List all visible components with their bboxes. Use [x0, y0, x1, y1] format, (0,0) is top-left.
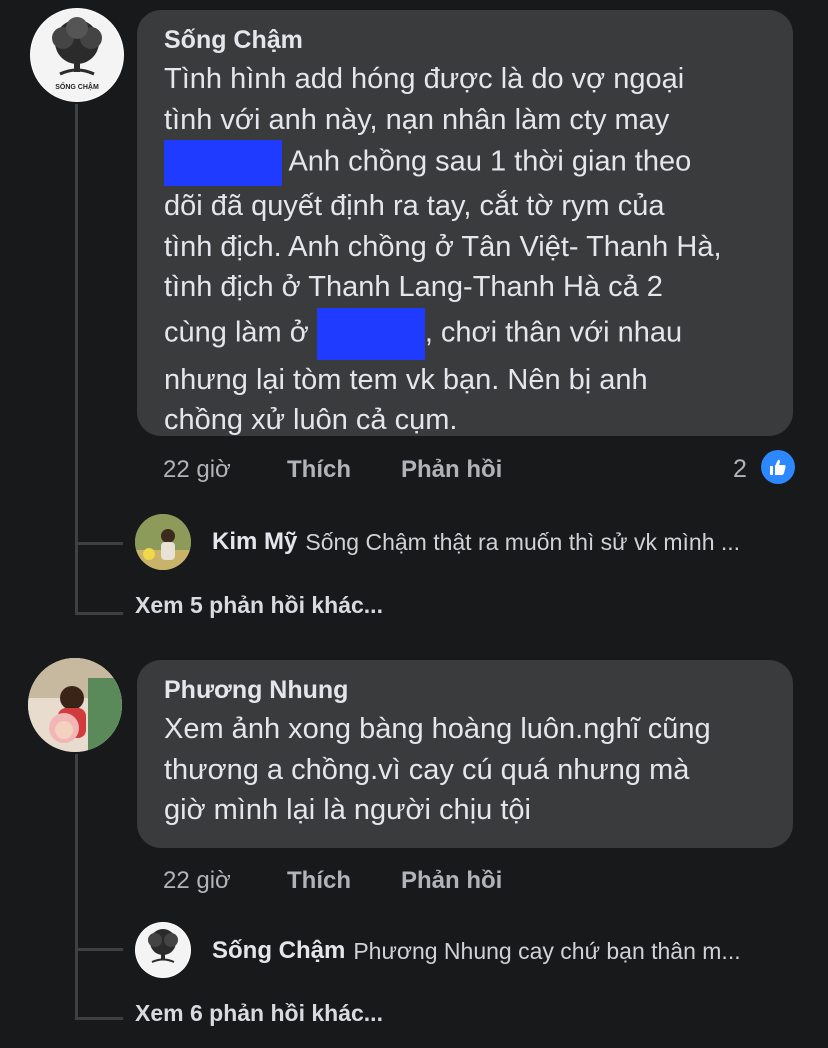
author-avatar-song-cham[interactable]: SỐNG CHẬM — [30, 8, 124, 102]
reply-author[interactable]: Sống Chậm — [212, 937, 345, 965]
view-more-replies[interactable]: Xem 5 phản hồi khác... — [135, 592, 383, 619]
thread-branch — [75, 612, 123, 615]
reply-text: Sống Chậm thật ra muốn thì sử vk mình ..… — [305, 528, 741, 555]
reply-avatar-song-cham[interactable] — [135, 922, 191, 978]
comment-line-fragment: cùng làm ở — [164, 316, 317, 349]
comment-text: Tình hình add hóng được là do vợ ngoại t… — [164, 59, 793, 441]
reaction-count[interactable]: 2 — [733, 455, 747, 484]
comment-line: dõi đã quyết định ra tay, cắt tờ rym của — [164, 190, 665, 222]
avatar-caption: SỐNG CHẬM — [55, 84, 99, 91]
author-avatar-phuong-nhung[interactable] — [28, 658, 122, 752]
comment-line: Tình hình add hóng được là do vợ ngoại — [164, 63, 685, 95]
comment-timestamp[interactable]: 22 giờ — [163, 456, 231, 484]
comment-line: chồng xử luôn cả cụm. — [164, 404, 458, 436]
reply-preview[interactable]: Kim Mỹ Sống Chậm thật ra muốn thì sử vk … — [212, 528, 740, 556]
comment-line: tình địch ở Thanh Lang-Thanh Hà cả 2 — [164, 271, 663, 303]
comment-bubble[interactable]: Phương Nhung Xem ảnh xong bàng hoàng luô… — [137, 660, 793, 848]
redaction-box — [316, 307, 425, 360]
comment-line: tình với anh này, nạn nhân làm cty may — [164, 103, 670, 136]
comment-line: thương a chồng.vì cay cú quá nhưng mà — [164, 753, 690, 786]
view-more-replies[interactable]: Xem 6 phản hồi khác... — [135, 1000, 383, 1027]
comment-line: tình địch. Anh chồng ở Tân Việt- Thanh H… — [164, 230, 722, 263]
reply-button[interactable]: Phản hồi — [401, 456, 502, 484]
reply-author[interactable]: Kim Mỹ — [212, 528, 297, 556]
reply-button[interactable]: Phản hồi — [401, 867, 502, 895]
comment-author[interactable]: Phương Nhung — [164, 676, 793, 705]
thread-branch — [75, 1017, 123, 1020]
reply-text: Phương Nhung cay chứ bạn thân m... — [353, 937, 741, 964]
photo-avatar-icon — [135, 514, 191, 570]
comment-line: Xem ảnh xong bàng hoàng luôn.nghĩ cũng — [164, 713, 711, 745]
comment-text: Xem ảnh xong bàng hoàng luôn.nghĩ cũng t… — [164, 709, 793, 831]
comment-line: cùng làm ở , chơi thân với nhau — [164, 307, 793, 360]
redaction-box — [164, 140, 282, 186]
thread-branch — [75, 542, 123, 545]
comment-timestamp[interactable]: 22 giờ — [163, 867, 231, 895]
thread-line — [75, 754, 78, 1020]
reply-avatar-kim-my[interactable] — [135, 514, 191, 570]
tree-logo-icon — [136, 923, 190, 977]
like-button[interactable]: Thích — [287, 456, 351, 484]
comment-bubble[interactable]: Sống Chậm Tình hình add hóng được là do … — [137, 10, 793, 436]
like-button[interactable]: Thích — [287, 867, 351, 895]
like-thumb-icon[interactable] — [761, 450, 795, 484]
comment-line-fragment: , chơi thân với nhau — [424, 316, 683, 349]
comment-line: giờ mình lại là người chịu tội — [164, 794, 531, 826]
thread-branch — [75, 948, 123, 951]
thread-line — [75, 104, 78, 614]
photo-avatar-icon — [28, 658, 122, 752]
comment-author[interactable]: Sống Chậm — [164, 26, 793, 55]
comment-line: nhưng lại tòm tem vk bạn. Nên bị anh — [164, 363, 648, 396]
comment-line-fragment: Anh chồng sau 1 thời gian theo — [282, 145, 692, 178]
comment-line: Anh chồng sau 1 thời gian theo — [164, 140, 793, 186]
reply-preview[interactable]: Sống Chậm Phương Nhung cay chứ bạn thân … — [212, 937, 741, 965]
